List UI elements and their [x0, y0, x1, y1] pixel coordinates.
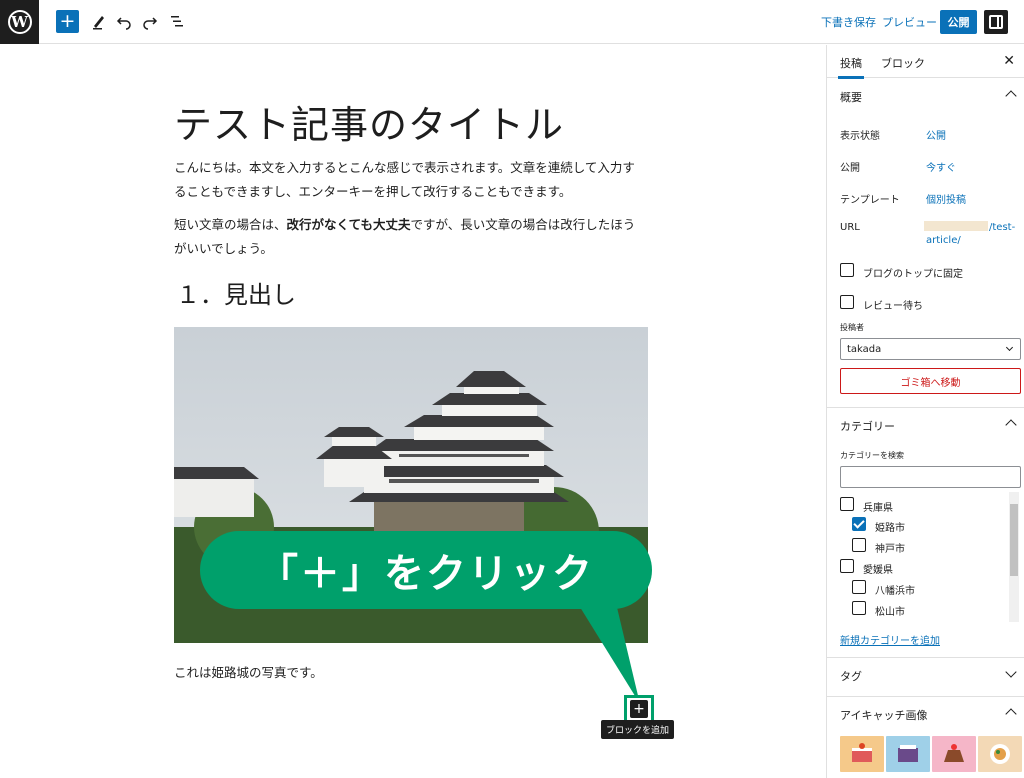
undo-icon[interactable]: [113, 10, 135, 32]
annotation-callout: 「＋」をクリック: [200, 531, 652, 609]
category-checkbox[interactable]: [852, 538, 866, 552]
chevron-up-icon: [1005, 90, 1017, 102]
settings-toggle[interactable]: [984, 10, 1008, 34]
category-search-input[interactable]: [840, 466, 1021, 488]
add-block-highlight: +: [624, 695, 654, 723]
featured-image-thumbnail[interactable]: [932, 736, 976, 772]
summary-panel-title: 概要: [840, 91, 862, 104]
dish-icon: [990, 744, 1010, 764]
chevron-up-icon: [1005, 708, 1017, 720]
chevron-down-icon: [1005, 666, 1017, 678]
category-label: 愛媛県: [863, 565, 893, 576]
url-label: URL: [840, 222, 860, 233]
callout-tail: [575, 599, 640, 704]
tab-post[interactable]: 投稿: [838, 55, 864, 79]
summary-panel-toggle[interactable]: 概要: [827, 78, 1024, 116]
chevron-up-icon: [1005, 419, 1017, 431]
paragraph-bold-text: 改行がなくても大丈夫: [286, 217, 411, 232]
featured-image-thumbnail[interactable]: [886, 736, 930, 772]
preview-button[interactable]: プレビュー: [882, 14, 937, 30]
sidebar-icon: [989, 15, 1003, 29]
block-inserter-toggle[interactable]: +: [56, 10, 79, 33]
publish-label: 公開: [840, 163, 860, 174]
redo-icon[interactable]: [139, 10, 161, 32]
category-checkbox[interactable]: [840, 559, 854, 573]
category-label: 松山市: [875, 607, 905, 618]
featured-image-panel-toggle[interactable]: アイキャッチ画像: [827, 696, 1024, 734]
paragraph-block[interactable]: こんにちは。本文を入力するとこんな感じで表示されます。文章を連続して入力すること…: [174, 156, 644, 204]
settings-sidebar: 投稿 ブロック ✕ 概要 表示状態 公開 公開 今すぐ テンプレート 個別投稿 …: [826, 45, 1024, 778]
visibility-value[interactable]: 公開: [926, 127, 946, 142]
plus-icon: +: [59, 10, 76, 32]
save-draft-button[interactable]: 下書き保存: [821, 14, 876, 30]
template-value[interactable]: 個別投稿: [926, 191, 966, 206]
url-value-1[interactable]: /test-: [989, 222, 1015, 233]
category-label: 八幡浜市: [875, 586, 915, 597]
category-checkbox[interactable]: [852, 601, 866, 615]
featured-image-panel-title: アイキャッチ画像: [840, 709, 928, 722]
wordpress-logo[interactable]: W: [0, 0, 39, 44]
template-label: テンプレート: [840, 195, 900, 206]
url-redaction: [924, 221, 988, 231]
category-checkbox[interactable]: [852, 580, 866, 594]
author-select[interactable]: takada: [840, 338, 1021, 360]
post-title[interactable]: テスト記事のタイトル: [174, 94, 564, 149]
category-checkbox[interactable]: [840, 497, 854, 511]
category-scrollbar[interactable]: [1009, 492, 1019, 622]
add-block-button[interactable]: +: [630, 700, 648, 718]
chevron-down-icon: [1005, 343, 1014, 352]
author-label: 投稿者: [840, 323, 864, 332]
category-label: 神戸市: [875, 544, 905, 555]
category-label: 兵庫県: [863, 503, 893, 514]
author-select-value: takada: [847, 343, 882, 355]
featured-image-options: [840, 736, 1022, 772]
tags-panel-title: タグ: [840, 670, 862, 683]
document-overview-icon[interactable]: [166, 10, 188, 32]
pastry-icon: [898, 745, 918, 762]
plus-icon: +: [633, 701, 645, 717]
category-checkbox[interactable]: [852, 517, 866, 531]
wordpress-icon: W: [7, 10, 32, 34]
editor-top-bar: W + 下書き保存 プレビュー 公開: [0, 0, 1024, 44]
paragraph-block[interactable]: これは姫路城の写真です。: [174, 662, 323, 681]
pending-review-checkbox[interactable]: [840, 295, 854, 309]
category-label: 姫路市: [875, 523, 905, 534]
publish-button[interactable]: 公開: [940, 10, 977, 34]
paragraph-text: 短い文章の場合は、: [174, 217, 287, 232]
categories-panel-toggle[interactable]: カテゴリー: [827, 407, 1024, 445]
add-block-tooltip: ブロックを追加: [601, 720, 675, 739]
visibility-label: 表示状態: [840, 131, 880, 142]
heading-block[interactable]: １．見出し: [176, 275, 296, 310]
cake-icon: [852, 743, 872, 762]
tab-block[interactable]: ブロック: [881, 55, 925, 71]
featured-image-thumbnail[interactable]: [978, 736, 1022, 772]
categories-panel-title: カテゴリー: [840, 420, 895, 433]
category-search-label: カテゴリーを検索: [840, 451, 904, 460]
tags-panel-toggle[interactable]: タグ: [827, 657, 1024, 695]
edit-tools-icon[interactable]: [88, 10, 110, 32]
pudding-icon: [944, 744, 964, 762]
close-icon[interactable]: ✕: [1003, 53, 1015, 69]
paragraph-block[interactable]: 短い文章の場合は、改行がなくても大丈夫ですが、長い文章の場合は改行したほうがいい…: [174, 213, 644, 261]
sticky-checkbox[interactable]: [840, 263, 854, 277]
move-to-trash-button[interactable]: ゴミ箱へ移動: [840, 368, 1021, 394]
url-value-2[interactable]: article/: [926, 235, 961, 246]
pending-review-label: レビュー待ち: [863, 301, 923, 312]
publish-date-value[interactable]: 今すぐ: [926, 159, 956, 174]
featured-image-thumbnail[interactable]: [840, 736, 884, 772]
add-new-category-link[interactable]: 新規カテゴリーを追加: [840, 632, 940, 647]
sidebar-tabs: 投稿 ブロック ✕: [827, 45, 1024, 79]
editor-canvas: テスト記事のタイトル こんにちは。本文を入力するとこんな感じで表示されます。文章…: [0, 45, 826, 778]
scrollbar-thumb[interactable]: [1010, 504, 1018, 576]
sticky-label: ブログのトップに固定: [863, 269, 963, 280]
